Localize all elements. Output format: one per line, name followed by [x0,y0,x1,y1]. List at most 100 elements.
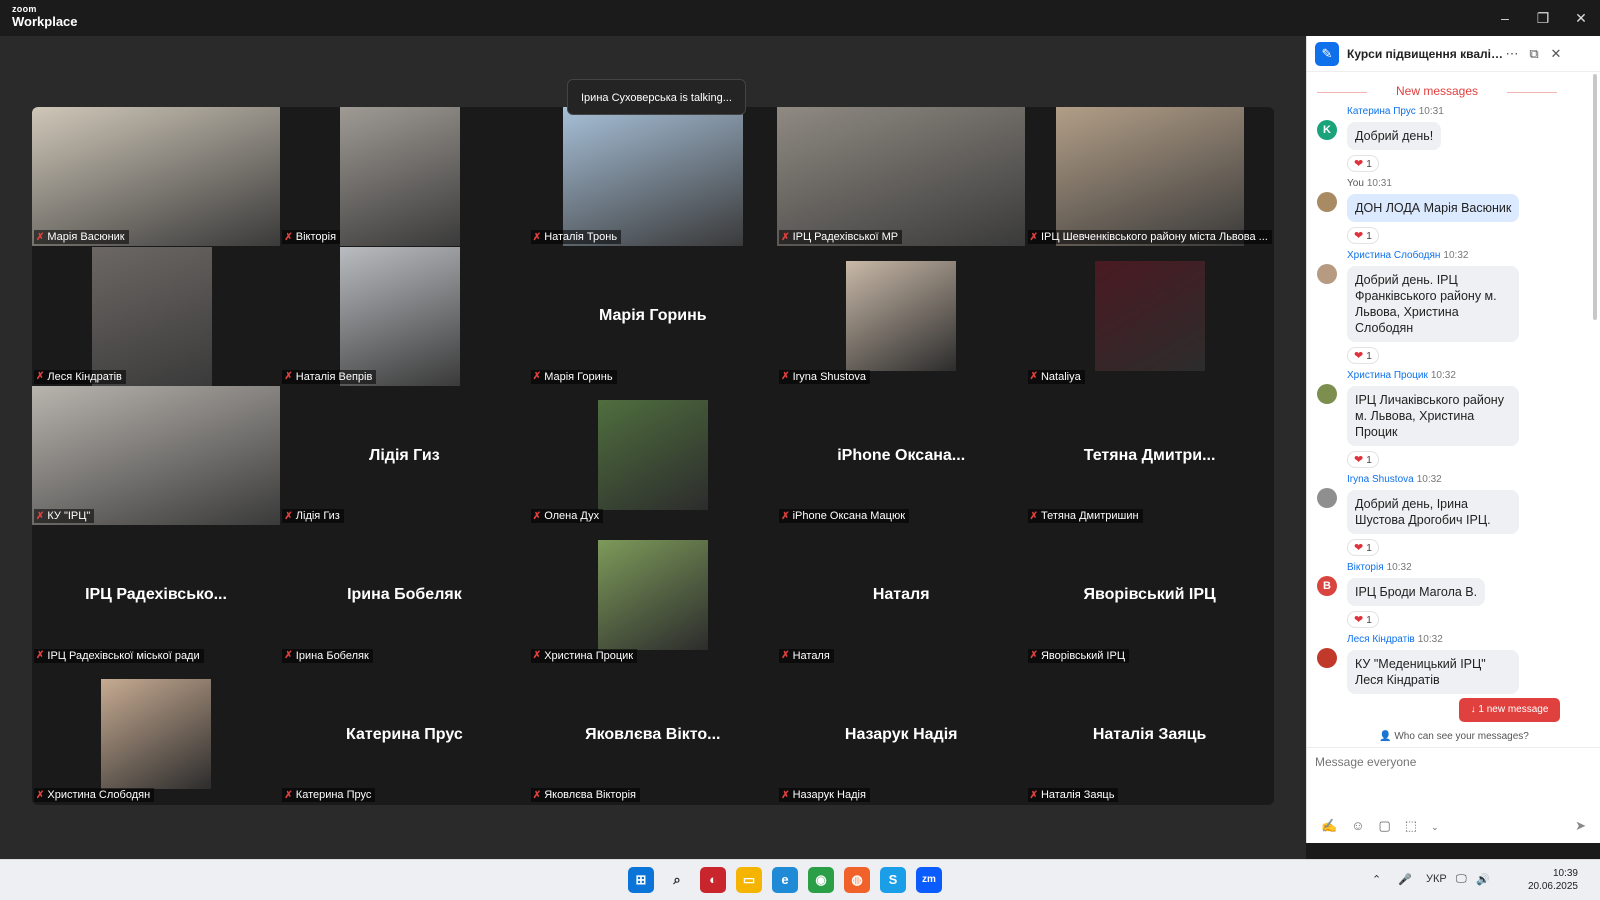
chat-edit-icon[interactable]: ✎ [1315,42,1339,66]
participant-name: Наталія Вепрів [295,370,373,383]
sender-name[interactable]: Iryna Shustova [1347,474,1414,485]
reaction-badge[interactable]: ❤ 1 [1347,155,1379,172]
message-bubble[interactable]: КУ "Меденицький ІРЦ" Леся Кіндратів [1347,650,1519,694]
sender-name[interactable]: Вікторія [1347,562,1384,573]
sender-avatar[interactable] [1317,192,1337,212]
message-bubble[interactable]: ІРЦ Броди Магола В. [1347,578,1486,606]
sender-avatar[interactable] [1317,648,1337,668]
participant-tile[interactable]: Марія Горинь ✗ Марія Горинь [528,246,777,386]
zoom-taskbar-icon[interactable]: zm [916,867,942,893]
logo-top: zoom [12,4,37,14]
close-button[interactable]: ✕ [1566,6,1596,30]
message-bubble[interactable]: Добрий день. ІРЦ Франківського району м.… [1347,266,1519,342]
participant-tile[interactable]: iPhone Оксана... ✗ iPhone Оксана Мацюк [777,386,1026,526]
sender-avatar[interactable]: K [1317,120,1337,140]
participant-tile[interactable]: Катерина Прус ✗ Катерина Прус [280,665,529,805]
network-icon[interactable]: 🖵 [1456,873,1467,886]
reaction-count: 1 [1366,159,1372,170]
restore-button[interactable]: ❐ [1528,6,1558,30]
microphone-icon[interactable]: 🎤 [1398,873,1412,886]
sender-name[interactable]: You [1347,178,1364,189]
reaction-badge[interactable]: ❤ 1 [1347,227,1379,244]
participant-tile[interactable]: Яворівський ІРЦ ✗ Яворівський ІРЦ [1025,525,1274,665]
new-message-button[interactable]: ↓ 1 new message [1459,698,1560,722]
participant-tile[interactable]: Назарук Надія ✗ Назарук Надія [777,665,1026,805]
participant-tile[interactable]: ✗ Nataliya [1025,246,1274,386]
volume-icon[interactable]: 🔊 [1476,873,1490,886]
sender-avatar[interactable]: В [1317,576,1337,596]
clock[interactable]: 10:39 20.06.2025 [1528,867,1578,893]
participant-tile[interactable]: ✗ ІРЦ Радехівської МР [777,107,1026,246]
participant-tile[interactable]: ✗ Марія Васюник [32,107,280,246]
participant-tile[interactable]: ✗ Вікторія [280,107,529,246]
chat-message[interactable]: Христина Слободян 10:32 Добрий день. ІРЦ Ф… [1307,250,1575,364]
participant-tile[interactable]: Наталія Заяць ✗ Наталія Заяць [1025,665,1274,805]
participant-tile[interactable]: ІРЦ Радехівсько... ✗ ІРЦ Радехівської місь… [32,525,280,665]
pop-out-icon[interactable]: ⧉ [1525,45,1543,63]
sender-name[interactable]: Катерина Прус [1347,106,1416,117]
chat-message[interactable]: K Катерина Прус 10:31 Добрий день! ❤ 1 [1307,106,1575,172]
send-icon[interactable]: ➤ [1575,818,1586,834]
who-can-see-link[interactable]: 👤 Who can see your messages? [1307,726,1600,748]
close-chat-icon[interactable]: ✕ [1547,45,1565,63]
participant-tile[interactable]: ✗ ІРЦ Шевченківського району міста Львова… [1025,107,1274,246]
chrome-icon[interactable]: ◉ [808,867,834,893]
sender-avatar[interactable] [1317,488,1337,508]
format-icon[interactable]: ✍ [1321,818,1337,836]
participant-display-name: Катерина Прус [346,725,463,743]
participant-tile[interactable]: ✗ КУ "ІРЦ" [32,386,280,526]
message-sender: Леся Кіндратів 10:32 [1347,634,1575,648]
chat-message[interactable]: В Вікторія 10:32 ІРЦ Броди Магола В. ❤ 1 [1307,562,1575,628]
more-options-icon[interactable]: ⋯ [1503,45,1521,63]
search-icon[interactable]: ⌕ [664,867,690,893]
reaction-badge[interactable]: ❤ 1 [1347,347,1379,364]
minimize-button[interactable]: – [1490,6,1520,30]
participant-name-label: ✗ ІРЦ Радехівської міської ради [34,648,204,663]
file-explorer-icon[interactable]: ▭ [736,867,762,893]
participant-tile[interactable]: Тетяна Дмитри... ✗ Тетяна Дмитришин [1025,386,1274,526]
chevron-down-icon[interactable]: ⌄ [1431,818,1439,836]
participant-tile[interactable]: Яковлєва Вікто... ✗ Яковлєва Вікторія [528,665,777,805]
screenshot-icon[interactable]: ⬚ [1405,818,1417,836]
chat-scrollbar[interactable] [1593,74,1597,320]
skype-icon[interactable]: S [880,867,906,893]
message-input[interactable] [1315,752,1585,772]
message-bubble[interactable]: ДОН ЛОДА Марія Васюник [1347,194,1520,222]
chat-message[interactable]: You 10:31 ДОН ЛОДА Марія Васюник ❤ 1 [1307,178,1575,244]
reaction-badge[interactable]: ❤ 1 [1347,451,1379,468]
sender-avatar[interactable] [1317,264,1337,284]
reaction-badge[interactable]: ❤ 1 [1347,539,1379,556]
sender-name[interactable]: Христина Процик [1347,370,1428,381]
chat-message[interactable]: Леся Кіндратів 10:32 КУ "Меденицький ІРЦ" … [1307,634,1575,694]
app-orange-icon[interactable]: ◍ [844,867,870,893]
message-bubble[interactable]: Добрий день, Ірина Шустова Дрогобич ІРЦ. [1347,490,1519,534]
participant-tile[interactable]: ✗ Леся Кіндратів [32,246,280,386]
language-indicator[interactable]: УКР [1426,873,1447,885]
sender-name[interactable]: Христина Слободян [1347,250,1440,261]
participant-tile[interactable]: Ірина Бобеляк ✗ Ірина Бобеляк [280,525,529,665]
participant-tile[interactable]: ✗ Iryna Shustova [777,246,1026,386]
participant-name: Iryna Shustova [792,370,866,383]
chat-message[interactable]: Христина Процик 10:32 ІРЦ Личаківського ра… [1307,370,1575,468]
tray-chevron-icon[interactable]: ⌃ [1372,873,1381,886]
file-icon[interactable]: ▢ [1378,818,1390,836]
participant-tile[interactable]: Наталя ✗ Наталя [777,525,1026,665]
participant-name-label: ✗ Христина Слободян [34,788,155,803]
participant-tile[interactable]: ✗ Наталія Вепрів [280,246,529,386]
start-icon[interactable]: ⊞ [628,867,654,893]
sender-avatar[interactable] [1317,384,1337,404]
participant-tile[interactable]: ✗ Христина Слободян [32,665,280,805]
participant-tile[interactable]: ✗ Наталія Тронь [528,107,777,246]
emoji-icon[interactable]: ☺ [1351,818,1364,836]
participant-tile[interactable]: Лідія Гиз ✗ Лідія Гиз [280,386,529,526]
chat-message[interactable]: Iryna Shustova 10:32 Добрий день, Ірина Шу… [1307,474,1575,556]
edge-icon[interactable]: e [772,867,798,893]
reaction-badge[interactable]: ❤ 1 [1347,611,1379,628]
message-bubble[interactable]: ІРЦ Личаківського району м. Львова, Хрис… [1347,386,1519,446]
participant-tile[interactable]: ✗ Олена Дух [528,386,777,526]
app-red-icon[interactable]: ◐ [700,867,726,893]
participant-tile[interactable]: ✗ Христина Процик [528,525,777,665]
heart-icon: ❤ [1354,230,1367,242]
message-bubble[interactable]: Добрий день! [1347,122,1442,150]
sender-name[interactable]: Леся Кіндратів [1347,634,1415,645]
